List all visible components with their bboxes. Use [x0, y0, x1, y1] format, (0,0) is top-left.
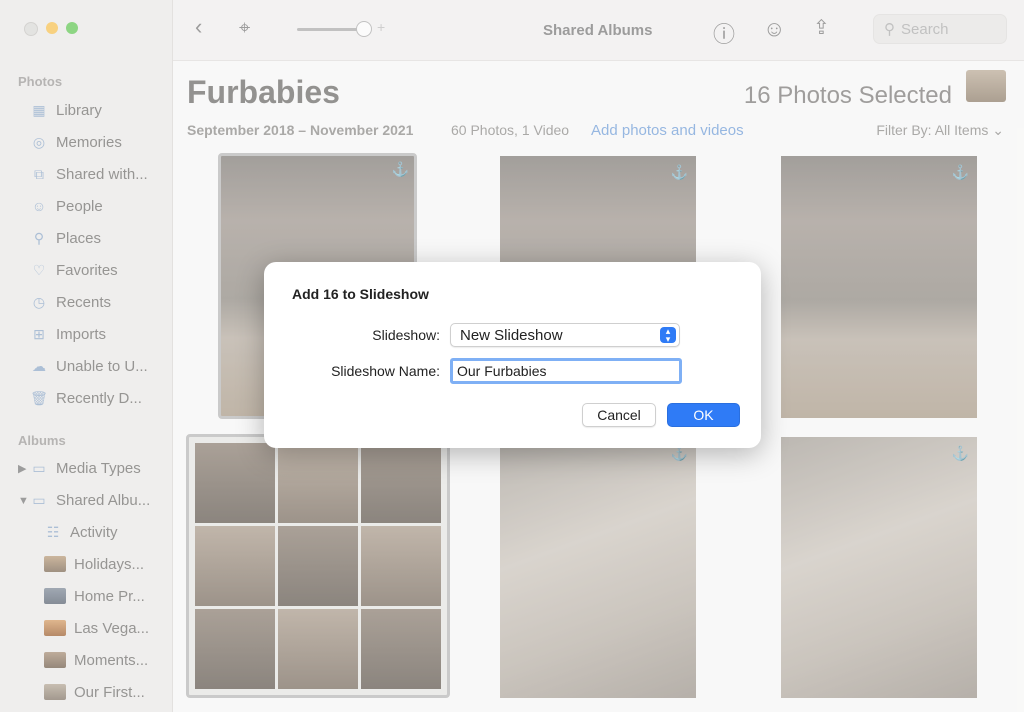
slideshow-label: Slideshow:: [372, 327, 440, 343]
slideshow-select[interactable]: New Slideshow ▴ ▾: [450, 323, 680, 347]
slideshow-name-input[interactable]: [450, 358, 682, 384]
dialog-title: Add 16 to Slideshow: [292, 286, 429, 302]
photos-app-window: Photos ▦ Library ◎ Memories ⧉ Shared wit…: [0, 0, 1024, 712]
ok-button[interactable]: OK: [667, 403, 740, 427]
select-stepper-icon: ▴ ▾: [660, 327, 676, 344]
add-to-slideshow-dialog: Add 16 to Slideshow Slideshow: New Slide…: [264, 262, 761, 448]
slideshow-name-label: Slideshow Name:: [331, 363, 440, 379]
slideshow-select-value: New Slideshow: [460, 326, 563, 344]
cancel-button[interactable]: Cancel: [582, 403, 656, 427]
